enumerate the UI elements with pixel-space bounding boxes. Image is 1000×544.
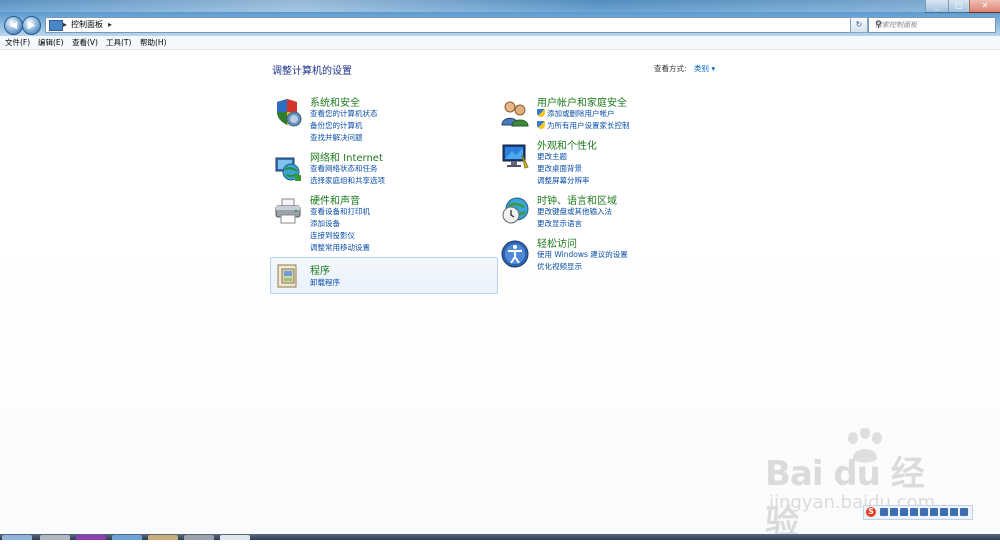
- link-parental-controls[interactable]: 为所有用户设置家长控制: [537, 120, 630, 132]
- link-projector[interactable]: 连接到投影仪: [310, 230, 370, 242]
- back-button[interactable]: ◀: [4, 16, 23, 35]
- forward-button[interactable]: ▶: [22, 16, 41, 35]
- menu-edit[interactable]: 编辑(E): [38, 36, 64, 49]
- category-title[interactable]: 轻松访问: [537, 235, 577, 250]
- control-panel-icon: [49, 20, 63, 31]
- taskbar-item[interactable]: [184, 535, 214, 540]
- link-mobility[interactable]: 调整常用移动设置: [310, 242, 370, 254]
- minimize-button[interactable]: _: [925, 0, 949, 13]
- taskbar-item[interactable]: [40, 535, 70, 540]
- link-homegroup[interactable]: 选择家庭组和共享选项: [310, 175, 385, 187]
- category-links: 更改主题 更改桌面背景 调整屏幕分辨率: [537, 151, 590, 187]
- category-programs[interactable]: 程序 卸载程序: [270, 257, 498, 294]
- address-bar[interactable]: ▸ 控制面板 ▸ ▾: [45, 17, 864, 33]
- menu-view[interactable]: 查看(V): [72, 36, 98, 49]
- link-backup[interactable]: 备份您的计算机: [310, 120, 378, 132]
- taskbar: [0, 534, 1000, 540]
- input-method-toolbar[interactable]: S: [863, 505, 973, 520]
- category-links: 查看您的计算机状态 备份您的计算机 查找并解决问题: [310, 108, 378, 144]
- category-links: 添加或删除用户帐户 为所有用户设置家长控制: [537, 108, 630, 132]
- category-links: 更改键盘或其他输入法 更改显示语言: [537, 206, 612, 230]
- link-change-theme[interactable]: 更改主题: [537, 151, 590, 163]
- link-display-language[interactable]: 更改显示语言: [537, 218, 612, 230]
- category-links: 使用 Windows 建议的设置 优化视频显示: [537, 249, 628, 273]
- category-title[interactable]: 网络和 Internet: [310, 149, 383, 164]
- clock-globe-icon[interactable]: [500, 196, 530, 226]
- toolbar-icon[interactable]: [940, 508, 948, 516]
- toolbar-icon[interactable]: [920, 508, 928, 516]
- link-devices-printers[interactable]: 查看设备和打印机: [310, 206, 370, 218]
- link-view-status[interactable]: 查看您的计算机状态: [310, 108, 378, 120]
- link-add-device[interactable]: 添加设备: [310, 218, 370, 230]
- menu-help[interactable]: 帮助(H): [140, 36, 167, 49]
- link-optimize-display[interactable]: 优化视频显示: [537, 261, 628, 273]
- toolbar-icon[interactable]: [890, 508, 898, 516]
- link-network-status[interactable]: 查看网络状态和任务: [310, 163, 385, 175]
- maximize-button[interactable]: □: [948, 0, 970, 13]
- toolbar-icon[interactable]: [910, 508, 918, 516]
- taskbar-item[interactable]: [76, 535, 106, 540]
- view-by-dropdown[interactable]: 类别 ▾: [694, 63, 715, 74]
- toolbar-icon[interactable]: [960, 508, 968, 516]
- monitor-icon[interactable]: [500, 141, 530, 171]
- breadcrumb-separator[interactable]: ▸: [63, 18, 67, 32]
- category-user-accounts: 用户帐户和家庭安全 添加或删除用户帐户 为所有用户设置家长控制: [498, 94, 724, 132]
- toolbar-icon[interactable]: [950, 508, 958, 516]
- category-system-security: 系统和安全 查看您的计算机状态 备份您的计算机 查找并解决问题: [271, 94, 497, 142]
- category-title[interactable]: 时钟、语言和区域: [537, 192, 617, 207]
- category-ease-of-access: 轻松访问 使用 Windows 建议的设置 优化视频显示: [498, 235, 724, 273]
- users-icon[interactable]: [500, 98, 530, 128]
- sogou-badge-icon[interactable]: S: [866, 507, 876, 517]
- category-links: 查看设备和打印机 添加设备 连接到投影仪 调整常用移动设置: [310, 206, 370, 254]
- breadcrumb-control-panel[interactable]: 控制面板: [71, 18, 103, 32]
- link-uninstall[interactable]: 卸载程序: [310, 277, 340, 289]
- link-recommended-settings[interactable]: 使用 Windows 建议的设置: [537, 249, 628, 261]
- page-title: 调整计算机的设置: [272, 66, 352, 77]
- category-title[interactable]: 程序: [310, 262, 330, 277]
- link-add-remove-users[interactable]: 添加或删除用户帐户: [537, 108, 630, 120]
- search-icon[interactable]: ⚲: [875, 18, 992, 32]
- category-clock-region: 时钟、语言和区域 更改键盘或其他输入法 更改显示语言: [498, 192, 724, 230]
- printer-icon[interactable]: [273, 196, 303, 226]
- uac-shield-icon: [537, 109, 545, 117]
- taskbar-item[interactable]: [148, 535, 178, 540]
- toolbar-icon[interactable]: [880, 508, 888, 516]
- link-troubleshoot[interactable]: 查找并解决问题: [310, 132, 378, 144]
- taskbar-item[interactable]: [220, 535, 250, 540]
- close-button[interactable]: ✕: [969, 0, 1000, 13]
- view-by-label: 查看方式:: [654, 64, 687, 73]
- toolbar-icon[interactable]: [900, 508, 908, 516]
- shield-computer-icon[interactable]: [273, 98, 303, 128]
- link-screen-resolution[interactable]: 调整屏幕分辨率: [537, 175, 590, 187]
- taskbar-item[interactable]: [112, 535, 142, 540]
- uac-shield-icon: [537, 121, 545, 129]
- start-button[interactable]: [2, 535, 32, 540]
- breadcrumb-separator-2[interactable]: ▸: [108, 18, 112, 32]
- link-keyboard-input[interactable]: 更改键盘或其他输入法: [537, 206, 612, 218]
- ease-of-access-icon[interactable]: [500, 239, 530, 269]
- refresh-button[interactable]: ↻: [850, 17, 868, 33]
- toolbar-icon[interactable]: [930, 508, 938, 516]
- menu-file[interactable]: 文件(F): [5, 36, 30, 49]
- category-hardware-sound: 硬件和声音 查看设备和打印机 添加设备 连接到投影仪 调整常用移动设置: [271, 192, 497, 254]
- category-title[interactable]: 硬件和声音: [310, 192, 360, 207]
- category-title[interactable]: 外观和个性化: [537, 137, 597, 152]
- search-box[interactable]: 搜索控制面板 ⚲: [868, 17, 996, 33]
- category-links: 卸载程序: [310, 277, 340, 289]
- menu-bar: 文件(F) 编辑(E) 查看(V) 工具(T) 帮助(H): [0, 36, 1000, 50]
- category-appearance: 外观和个性化 更改主题 更改桌面背景 调整屏幕分辨率: [498, 137, 724, 187]
- category-links: 查看网络状态和任务 选择家庭组和共享选项: [310, 163, 385, 187]
- window-title-bar: _ □ ✕ ◀ ▶ ▸ 控制面板 ▸ ▾ ↻ 搜索控制面板 ⚲: [0, 0, 1000, 36]
- category-title[interactable]: 系统和安全: [310, 94, 360, 109]
- category-network: 网络和 Internet 查看网络状态和任务 选择家庭组和共享选项: [271, 149, 497, 187]
- category-title[interactable]: 用户帐户和家庭安全: [537, 94, 627, 109]
- link-desktop-background[interactable]: 更改桌面背景: [537, 163, 590, 175]
- network-globe-icon[interactable]: [273, 153, 303, 183]
- programs-icon: [277, 264, 297, 288]
- menu-tools[interactable]: 工具(T): [106, 36, 131, 49]
